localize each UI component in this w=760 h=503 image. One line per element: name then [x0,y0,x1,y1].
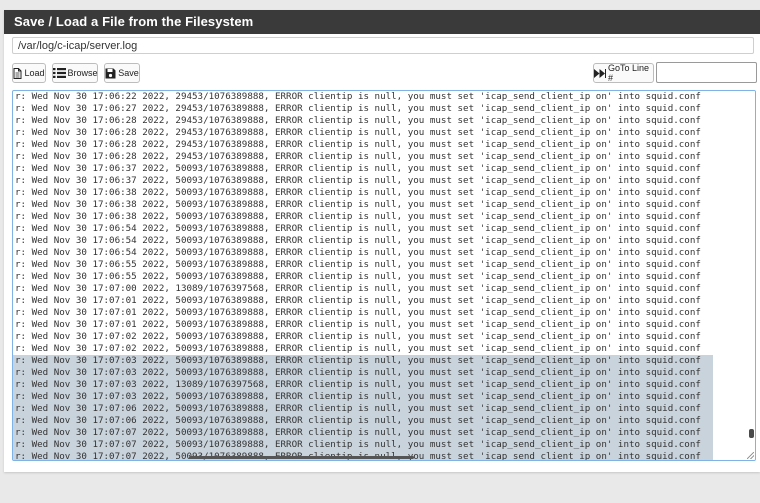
log-line: r: Wed Nov 30 17:06:28 2022, 29453/10763… [15,139,701,150]
goto-line-button-label: GoTo Line # [608,63,650,83]
log-line: r: Wed Nov 30 17:06:38 2022, 50093/10763… [15,199,701,210]
log-line: r: Wed Nov 30 17:07:02 2022, 50093/10763… [15,343,701,354]
log-line: r: Wed Nov 30 17:06:38 2022, 50093/10763… [15,187,701,198]
log-line: r: Wed Nov 30 17:06:54 2022, 50093/10763… [15,247,701,258]
save-button-label: Save [118,68,139,78]
save-button[interactable]: Save [104,63,140,83]
log-line: r: Wed Nov 30 17:07:01 2022, 50093/10763… [15,307,701,318]
log-line: r: Wed Nov 30 17:06:55 2022, 50093/10763… [15,259,701,270]
file-icon [13,67,22,79]
load-button-label: Load [24,68,45,78]
log-line: r: Wed Nov 30 17:07:01 2022, 50093/10763… [15,319,701,330]
browse-button[interactable]: Browse [52,63,98,83]
log-line: r: Wed Nov 30 17:06:28 2022, 29453/10763… [15,151,701,162]
fast-forward-icon [594,68,606,78]
browse-button-label: Browse [67,68,98,78]
log-line: r: Wed Nov 30 17:07:06 2022, 50093/10763… [13,403,713,415]
log-line: r: Wed Nov 30 17:07:03 2022, 50093/10763… [13,391,713,403]
floppy-icon [105,68,116,79]
list-icon [52,68,66,78]
log-lines: r: Wed Nov 30 17:06:22 2022, 29453/10763… [13,91,755,460]
log-line: r: Wed Nov 30 17:06:37 2022, 50093/10763… [15,175,701,186]
load-button[interactable]: Load [12,63,46,83]
file-panel: Save / Load a File from the Filesystem L… [4,10,760,472]
log-line: r: Wed Nov 30 17:06:28 2022, 29453/10763… [15,127,701,138]
log-line: r: Wed Nov 30 17:07:03 2022, 13089/10763… [13,379,713,391]
log-line: r: Wed Nov 30 17:06:27 2022, 29453/10763… [15,103,701,114]
log-line: r: Wed Nov 30 17:07:07 2022, 50093/10763… [13,427,713,439]
log-line: r: Wed Nov 30 17:06:55 2022, 50093/10763… [15,271,701,282]
panel-title: Save / Load a File from the Filesystem [4,10,760,34]
log-line: r: Wed Nov 30 17:07:06 2022, 50093/10763… [13,415,713,427]
log-line: r: Wed Nov 30 17:07:03 2022, 50093/10763… [13,367,713,379]
log-line: r: Wed Nov 30 17:06:22 2022, 29453/10763… [15,91,701,102]
horizontal-scrollbar-thumb[interactable] [189,456,414,459]
log-line: r: Wed Nov 30 17:07:01 2022, 50093/10763… [15,295,701,306]
log-line: r: Wed Nov 30 17:06:54 2022, 50093/10763… [15,223,701,234]
resize-handle[interactable] [747,452,754,459]
goto-line-input[interactable] [656,62,757,83]
log-line: r: Wed Nov 30 17:06:28 2022, 29453/10763… [15,115,701,126]
log-textarea[interactable]: r: Wed Nov 30 17:06:22 2022, 29453/10763… [12,90,756,461]
log-line: r: Wed Nov 30 17:06:54 2022, 50093/10763… [15,235,701,246]
goto-line-button[interactable]: GoTo Line # [593,63,654,83]
vertical-scrollbar-thumb[interactable] [749,429,754,438]
log-line: r: Wed Nov 30 17:07:02 2022, 50093/10763… [15,331,701,342]
vertical-scrollbar[interactable] [746,91,755,460]
log-line: r: Wed Nov 30 17:07:03 2022, 50093/10763… [13,355,713,367]
log-line: r: Wed Nov 30 17:06:37 2022, 50093/10763… [15,163,701,174]
log-line: r: Wed Nov 30 17:07:00 2022, 13089/10763… [15,283,701,294]
file-path-input[interactable] [12,37,754,54]
log-line: r: Wed Nov 30 17:07:07 2022, 50093/10763… [13,439,713,451]
log-line: r: Wed Nov 30 17:06:38 2022, 50093/10763… [15,211,701,222]
